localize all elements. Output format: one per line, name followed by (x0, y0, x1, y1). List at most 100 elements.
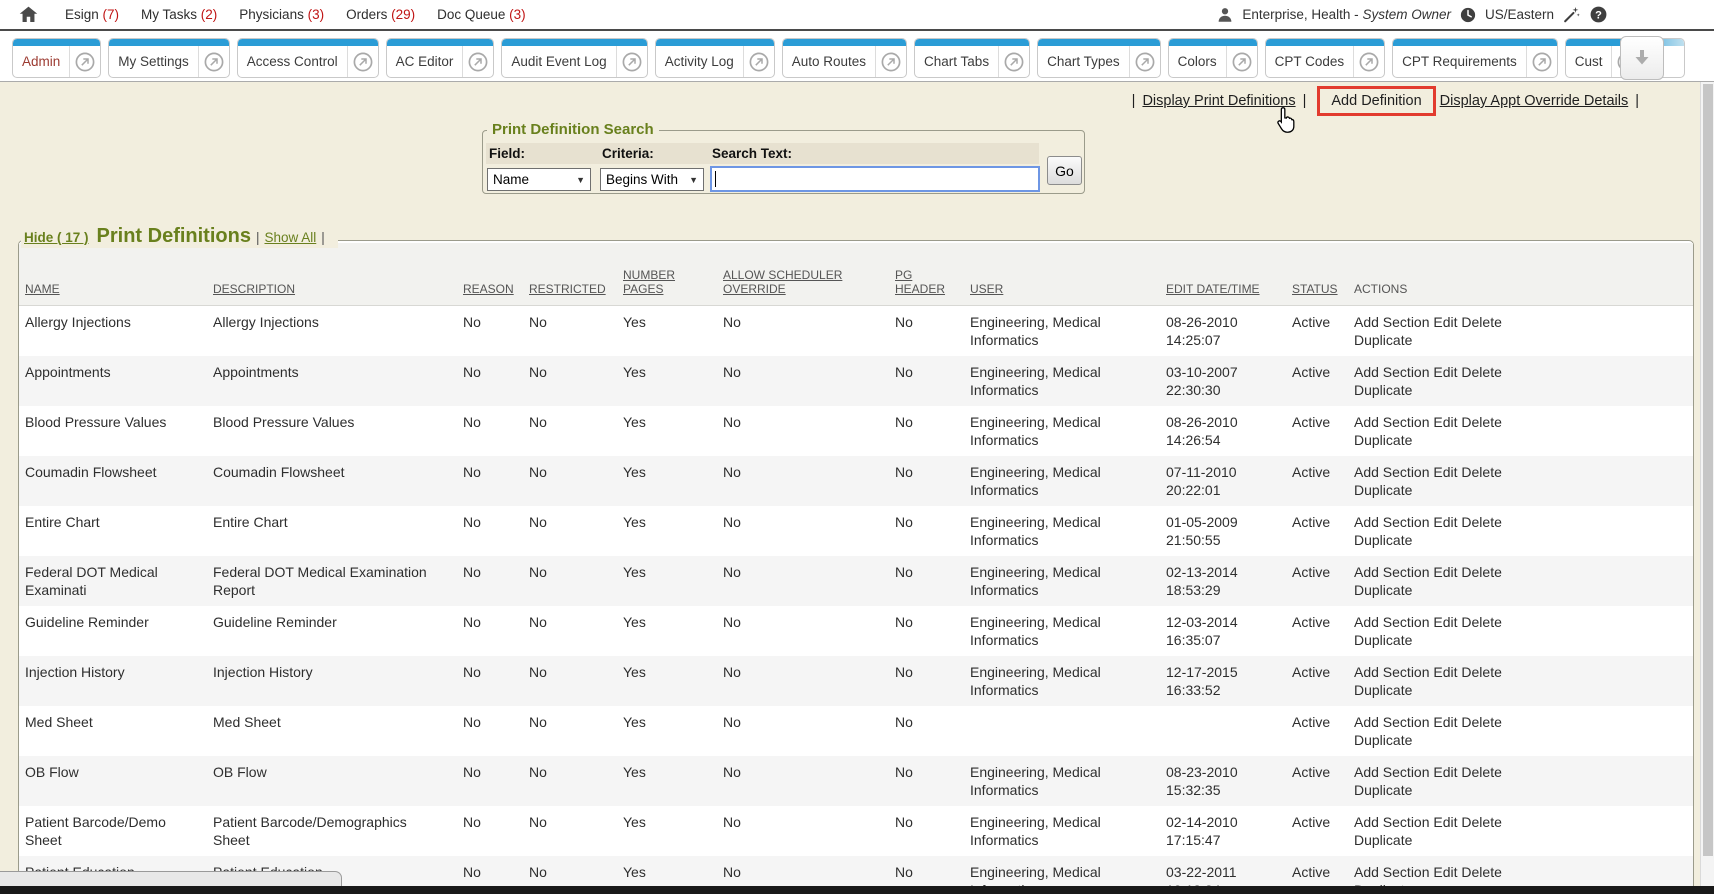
cell-actions[interactable]: Add Section Edit Delete Duplicate (1354, 306, 1693, 357)
cell-description: OB Flow (213, 756, 463, 806)
tab-accent-bar (915, 39, 1029, 46)
cell-restricted: No (529, 306, 623, 357)
select-arrow-icon: ▼ (689, 175, 698, 185)
search-text-input[interactable] (710, 166, 1040, 192)
go-button[interactable]: Go (1047, 156, 1082, 185)
field-select[interactable]: Name ▼ (487, 168, 591, 191)
cell-user: Engineering, Medical Informatics (970, 506, 1166, 556)
nav-item-esign[interactable]: Esign (7) (65, 7, 119, 22)
nav-item-orders[interactable]: Orders (29) (346, 7, 415, 22)
tab-auto-routes[interactable]: Auto Routes (782, 38, 907, 78)
cell-name: Injection History (19, 656, 213, 706)
add-definition-highlight-box: Add Definition (1317, 86, 1435, 116)
clock-icon[interactable] (1459, 6, 1477, 24)
tab-accent-bar (1266, 39, 1385, 46)
open-in-window-icon[interactable] (1129, 46, 1160, 77)
tabs-row: AdminMy SettingsAccess ControlAC EditorA… (12, 38, 1685, 78)
column-header-pg-header[interactable]: PG HEADER (895, 243, 970, 306)
cell-pg-header: No (895, 406, 970, 456)
home-button[interactable] (18, 4, 39, 25)
tab-chart-tabs[interactable]: Chart Tabs (914, 38, 1030, 78)
open-in-window-icon[interactable] (1526, 46, 1557, 77)
column-header-description[interactable]: DESCRIPTION (213, 243, 463, 306)
cell-edit-datetime: 02-14-2010 17:15:47 (1166, 806, 1292, 856)
cell-actions[interactable]: Add Section Edit Delete Duplicate (1354, 556, 1693, 606)
display-print-definitions-link[interactable]: Display Print Definitions (1142, 93, 1295, 109)
cell-actions[interactable]: Add Section Edit Delete Duplicate (1354, 706, 1693, 756)
cell-reason: No (463, 406, 529, 456)
tab-admin[interactable]: Admin (12, 38, 101, 78)
tab-cpt-requirements[interactable]: CPT Requirements (1392, 38, 1558, 78)
cell-actions[interactable]: Add Section Edit Delete Duplicate (1354, 356, 1693, 406)
column-header-user[interactable]: USER (970, 243, 1166, 306)
cell-restricted: No (529, 406, 623, 456)
table-row: Patient Barcode/Demo SheetPatient Barcod… (19, 806, 1693, 856)
cell-status: Active (1292, 356, 1354, 406)
column-header-name[interactable]: NAME (19, 243, 213, 306)
cell-name: Federal DOT Medical Examinati (19, 556, 213, 606)
cell-actions[interactable]: Add Section Edit Delete Duplicate (1354, 456, 1693, 506)
tab-audit-event-log[interactable]: Audit Event Log (501, 38, 647, 78)
column-header-reason[interactable]: REASON (463, 243, 529, 306)
cell-edit-datetime: 02-13-2014 18:53:29 (1166, 556, 1292, 606)
cell-edit-datetime: 12-17-2015 16:33:52 (1166, 656, 1292, 706)
criteria-select[interactable]: Begins With ▼ (600, 168, 704, 191)
cell-description: Med Sheet (213, 706, 463, 756)
open-in-window-icon[interactable] (875, 46, 906, 77)
open-in-window-icon[interactable] (462, 46, 493, 77)
cell-allow-scheduler-override: No (723, 806, 895, 856)
hide-link[interactable]: Hide ( 17 ) (24, 230, 89, 245)
column-header-status[interactable]: STATUS (1292, 243, 1354, 306)
tab-activity-log[interactable]: Activity Log (655, 38, 775, 78)
table-row: Med SheetMed SheetNoNoYesNoNoActiveAdd S… (19, 706, 1693, 756)
tab-ac-editor[interactable]: AC Editor (386, 38, 495, 78)
show-all-link[interactable]: Show All (264, 230, 316, 245)
tab-accent-bar (13, 39, 100, 46)
wand-icon[interactable] (1562, 5, 1581, 24)
nav-item-physicians[interactable]: Physicians (3) (239, 7, 324, 22)
open-in-window-icon[interactable] (198, 46, 229, 77)
column-header-allow-scheduler-override[interactable]: ALLOW SCHEDULER OVERRIDE (723, 243, 895, 306)
tab-colors[interactable]: Colors (1168, 38, 1258, 78)
cell-actions[interactable]: Add Section Edit Delete Duplicate (1354, 406, 1693, 456)
cell-actions[interactable]: Add Section Edit Delete Duplicate (1354, 756, 1693, 806)
scrollbar-thumb[interactable] (1703, 84, 1713, 856)
open-in-window-icon[interactable] (69, 46, 100, 77)
cell-number-pages: Yes (623, 606, 723, 656)
open-in-window-icon[interactable] (1353, 46, 1384, 77)
column-header-restricted[interactable]: RESTRICTED (529, 243, 623, 306)
more-tabs-button[interactable] (1620, 36, 1664, 80)
tab-my-settings[interactable]: My Settings (108, 38, 230, 78)
cell-actions[interactable]: Add Section Edit Delete Duplicate (1354, 606, 1693, 656)
cell-name: Guideline Reminder (19, 606, 213, 656)
column-header-edit-date-time[interactable]: EDIT DATE/TIME (1166, 243, 1292, 306)
tab-access-control[interactable]: Access Control (237, 38, 379, 78)
nav-item-doc-queue[interactable]: Doc Queue (3) (437, 7, 526, 22)
open-in-window-icon[interactable] (743, 46, 774, 77)
add-definition-link[interactable]: Add Definition (1331, 93, 1421, 109)
open-in-window-icon[interactable] (998, 46, 1029, 77)
open-in-window-icon[interactable] (616, 46, 647, 77)
text-caret (715, 171, 716, 187)
help-icon[interactable]: ? (1589, 5, 1608, 24)
open-in-window-icon[interactable] (347, 46, 378, 77)
cell-number-pages: Yes (623, 406, 723, 456)
cell-name: Coumadin Flowsheet (19, 456, 213, 506)
field-select-value: Name (493, 172, 529, 187)
tab-cpt-codes[interactable]: CPT Codes (1265, 38, 1386, 78)
cell-actions[interactable]: Add Section Edit Delete Duplicate (1354, 656, 1693, 706)
open-in-window-icon[interactable] (1226, 46, 1257, 77)
cell-actions[interactable]: Add Section Edit Delete Duplicate (1354, 806, 1693, 856)
cell-name: Med Sheet (19, 706, 213, 756)
tab-chart-types[interactable]: Chart Types (1037, 38, 1161, 78)
tab-accent-bar (1169, 39, 1257, 46)
cell-status: Active (1292, 556, 1354, 606)
cell-actions[interactable]: Add Section Edit Delete Duplicate (1354, 506, 1693, 556)
print-definition-search-panel: Print Definition Search Field: Criteria:… (482, 130, 1085, 194)
column-header-number-pages[interactable]: NUMBER PAGES (623, 243, 723, 306)
nav-item-my-tasks[interactable]: My Tasks (2) (141, 7, 217, 22)
cell-status: Active (1292, 756, 1354, 806)
tab-accent-bar (109, 39, 229, 46)
cell-status: Active (1292, 656, 1354, 706)
display-appt-override-link[interactable]: Display Appt Override Details (1440, 93, 1629, 109)
